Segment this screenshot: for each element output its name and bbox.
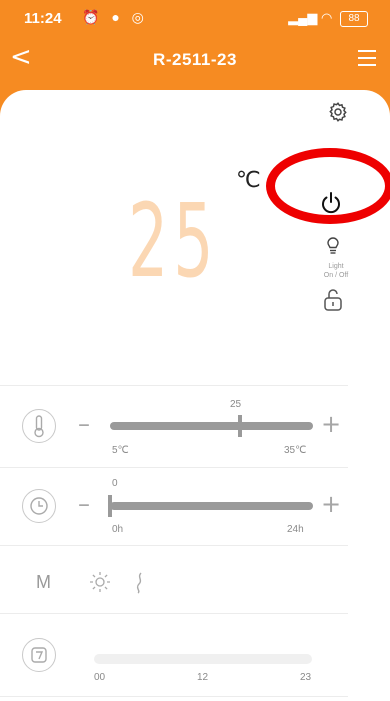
- divider: [0, 467, 348, 468]
- divider: [0, 385, 348, 386]
- power-icon[interactable]: [319, 190, 343, 216]
- temperature-min-label: 5℃: [112, 445, 129, 456]
- mode-button[interactable]: M: [36, 572, 51, 593]
- unlock-icon[interactable]: [323, 288, 343, 312]
- wifi-icon: ◠: [321, 10, 333, 25]
- status-time: 11:24: [24, 10, 62, 27]
- light-label-line2: On / Off: [323, 272, 349, 279]
- divider: [0, 545, 348, 546]
- nav-bar: < R-2511-23: [0, 38, 390, 82]
- battery-icon: 88: [340, 10, 368, 27]
- schedule-timeline[interactable]: [94, 654, 312, 664]
- temperature-slider-thumb[interactable]: [237, 415, 242, 437]
- temperature-slider-value: 25: [230, 399, 242, 410]
- page-title: R-2511-23: [153, 50, 237, 69]
- current-temperature: 25: [128, 182, 219, 301]
- divider: [0, 696, 348, 697]
- notification-icons: ⏰ ● ◎: [82, 9, 148, 25]
- schedule-tick-mid: 12: [197, 672, 209, 683]
- divider: [0, 613, 348, 614]
- temperature-slider-track[interactable]: [110, 422, 313, 430]
- light-toggle-label: Light On / Off: [300, 262, 372, 280]
- light-bulb-icon[interactable]: [325, 236, 341, 256]
- weekly-schedule-icon: [22, 638, 56, 672]
- schedule-tick-end: 23: [300, 672, 312, 683]
- temperature-unit: ℃: [236, 168, 261, 193]
- clock-icon: [22, 489, 56, 523]
- signal-icon: ▂▄▆: [288, 10, 318, 25]
- timer-max-label: 24h: [287, 524, 304, 535]
- status-right: ▂▄▆ ◠ 88: [288, 10, 368, 27]
- temperature-minus-button[interactable]: –: [78, 410, 90, 438]
- status-bar: 11:24 ⏰ ● ◎ ▂▄▆ ◠ 88: [0, 0, 390, 38]
- timer-plus-button[interactable]: +: [321, 490, 341, 518]
- timer-slider-track[interactable]: [110, 502, 313, 510]
- menu-icon[interactable]: [358, 50, 376, 71]
- timer-minus-button[interactable]: –: [78, 490, 90, 518]
- sun-icon[interactable]: [88, 570, 112, 594]
- temperature-plus-button[interactable]: +: [321, 410, 341, 438]
- timer-slider-value: 0: [112, 478, 118, 489]
- thermometer-icon: [22, 409, 56, 443]
- schedule-tick-start: 00: [94, 672, 106, 683]
- gear-icon[interactable]: [327, 101, 349, 123]
- heat-wave-icon[interactable]: [132, 571, 146, 595]
- light-label-line1: Light: [328, 263, 344, 270]
- temperature-max-label: 35℃: [284, 445, 307, 456]
- timer-min-label: 0h: [112, 524, 124, 535]
- timer-slider-thumb[interactable]: [108, 495, 112, 517]
